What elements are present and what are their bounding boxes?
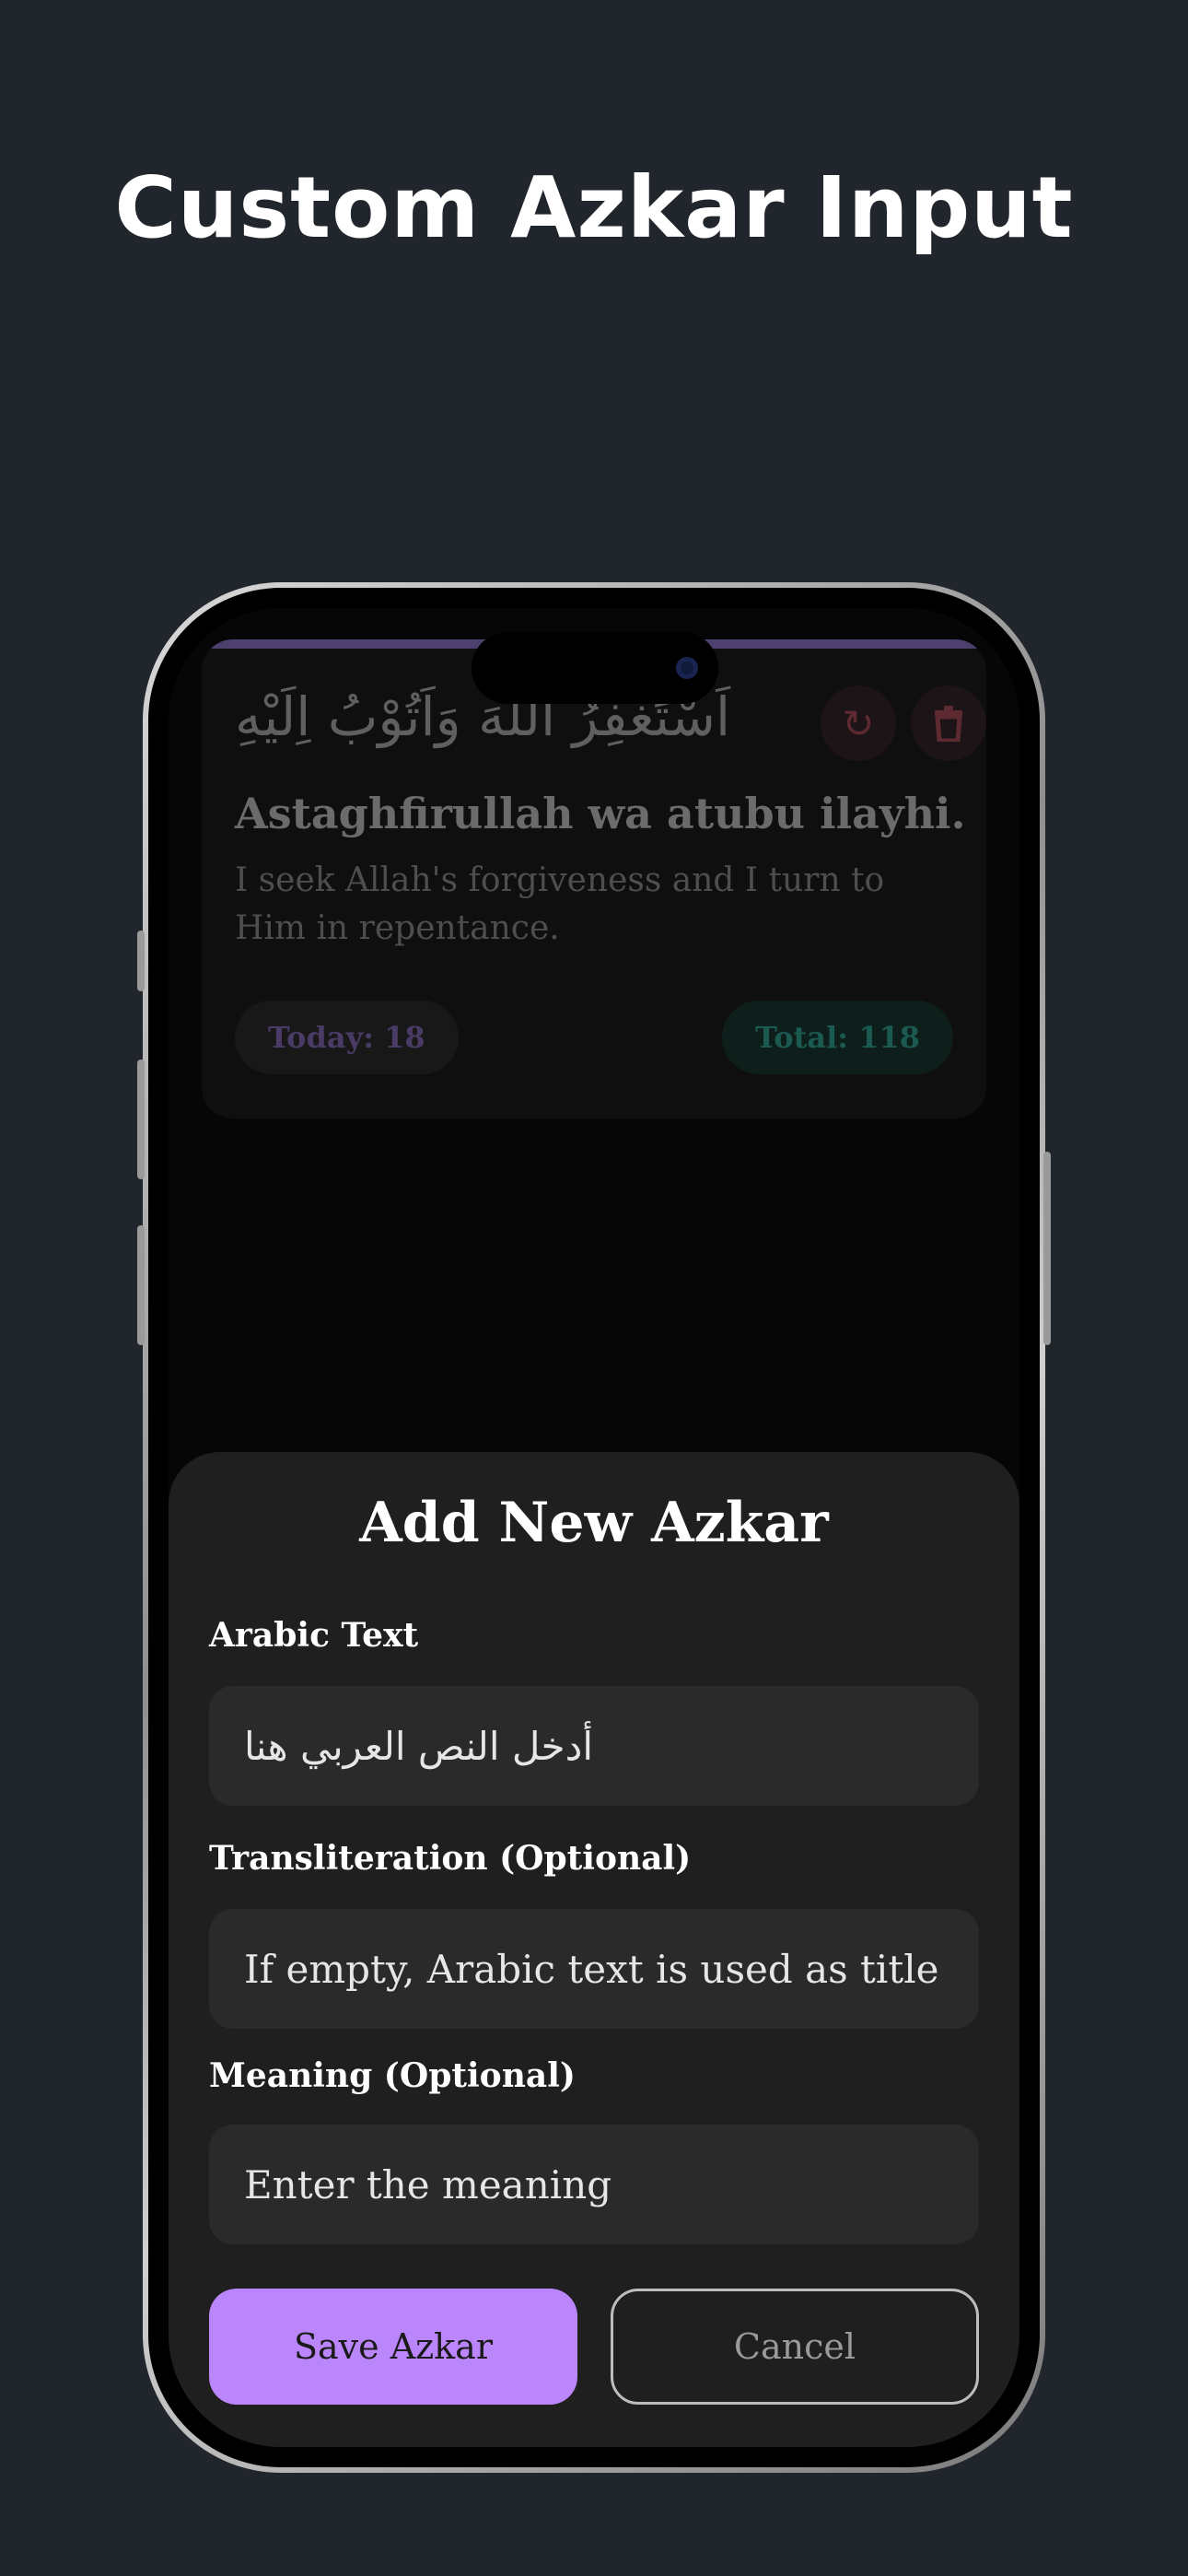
volume-up-button <box>137 1060 145 1179</box>
camera-icon <box>676 657 698 679</box>
arabic-text-input[interactable]: أدخل النص العربي هنا <box>209 1686 979 1806</box>
reset-button[interactable]: ↻ <box>821 685 896 761</box>
phone-screen: اَسْتَغْفِرُ اللّٰهَ وَاَتُوْبُ اِلَيْهِ… <box>169 608 1019 2447</box>
cancel-button[interactable]: Cancel <box>611 2289 979 2405</box>
arabic-text-placeholder: أدخل النص العربي هنا <box>244 1723 594 1769</box>
trash-icon <box>935 706 962 742</box>
card-meaning: I seek Allah's forgiveness and I turn to… <box>235 861 885 947</box>
meaning-label: Meaning (Optional) <box>209 2056 576 2095</box>
meaning-placeholder: Enter the meaning <box>244 2161 612 2207</box>
save-azkar-button[interactable]: Save Azkar <box>209 2289 577 2405</box>
volume-down-button <box>137 1225 145 1345</box>
transliteration-placeholder: If empty, Arabic text is used as title <box>244 1946 939 1992</box>
card-transliteration: Astaghfirullah wa atubu ilayhi. <box>235 789 966 838</box>
arabic-text-label: Arabic Text <box>209 1616 419 1655</box>
transliteration-label: Transliteration (Optional) <box>209 1839 692 1878</box>
sheet-title: Add New Azkar <box>359 1491 829 1555</box>
refresh-icon: ↻ <box>842 700 875 746</box>
transliteration-input[interactable]: If empty, Arabic text is used as title <box>209 1909 979 2029</box>
today-count-badge: Today: 18 <box>235 1001 459 1074</box>
page-headline: Custom Azkar Input <box>114 158 1074 257</box>
azkar-card: اَسْتَغْفِرُ اللّٰهَ وَاَتُوْبُ اِلَيْهِ… <box>202 639 986 1118</box>
meaning-input[interactable]: Enter the meaning <box>209 2125 979 2244</box>
add-azkar-sheet: Add New Azkar Arabic Text أدخل النص العر… <box>169 1452 1019 2447</box>
dynamic-island <box>472 632 718 704</box>
power-button <box>1043 1152 1051 1345</box>
delete-button[interactable] <box>911 685 986 761</box>
action-button <box>137 931 145 991</box>
total-count-badge: Total: 118 <box>722 1001 953 1074</box>
